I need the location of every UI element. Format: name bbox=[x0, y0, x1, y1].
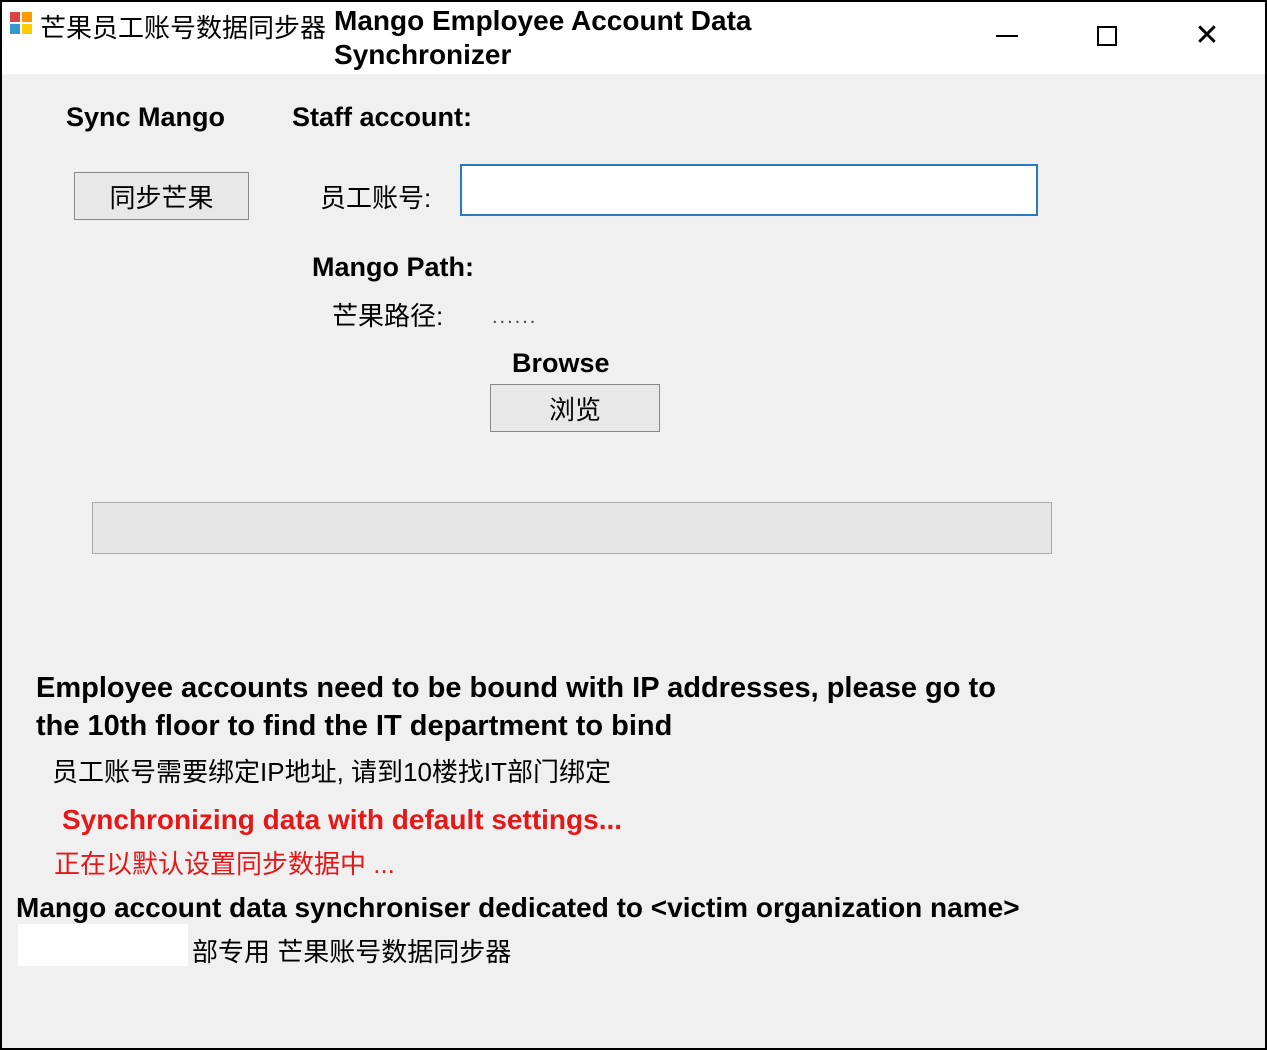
sync-status-en: Synchronizing data with default settings… bbox=[62, 804, 622, 836]
footer-blank-mask bbox=[18, 924, 188, 966]
footer-text-en: Mango account data synchroniser dedicate… bbox=[16, 892, 1020, 924]
browse-button[interactable]: 浏览 bbox=[490, 384, 660, 432]
maximize-button[interactable] bbox=[1057, 16, 1157, 56]
staff-account-label-cn: 员工账号: bbox=[320, 178, 431, 215]
mango-path-value: ...... bbox=[492, 306, 537, 329]
staff-account-label-en: Staff account: bbox=[292, 102, 472, 133]
mango-path-label-en: Mango Path: bbox=[312, 252, 474, 283]
minimize-button[interactable] bbox=[957, 16, 1057, 56]
sync-status-cn: 正在以默认设置同步数据中 ... bbox=[54, 844, 395, 881]
minimize-icon bbox=[996, 35, 1018, 37]
window-title-en: Mango Employee Account Data Synchronizer bbox=[334, 4, 834, 71]
app-icon bbox=[10, 12, 34, 36]
window-controls: ✕ bbox=[957, 2, 1265, 56]
client-area: Sync Mango 同步芒果 Staff account: 员工账号: Man… bbox=[2, 74, 1265, 1048]
ip-bind-notice-cn: 员工账号需要绑定IP地址, 请到10楼找IT部门绑定 bbox=[52, 752, 611, 789]
footer-text-cn: 部专用 芒果账号数据同步器 bbox=[192, 932, 511, 969]
close-button[interactable]: ✕ bbox=[1157, 16, 1257, 56]
close-icon: ✕ bbox=[1194, 21, 1219, 51]
maximize-icon bbox=[1097, 26, 1117, 46]
mango-path-label-cn: 芒果路径: bbox=[332, 296, 443, 333]
ip-bind-notice-en: Employee accounts need to be bound with … bbox=[36, 670, 1036, 745]
browse-label-en: Browse bbox=[512, 348, 610, 379]
titlebar: 芒果员工账号数据同步器 Mango Employee Account Data … bbox=[2, 2, 1265, 74]
sync-button[interactable]: 同步芒果 bbox=[74, 172, 249, 220]
window-title-cn: 芒果员工账号数据同步器 bbox=[40, 8, 326, 45]
progress-bar bbox=[92, 502, 1052, 554]
staff-account-input[interactable] bbox=[460, 164, 1038, 216]
sync-label-en: Sync Mango bbox=[66, 102, 225, 133]
